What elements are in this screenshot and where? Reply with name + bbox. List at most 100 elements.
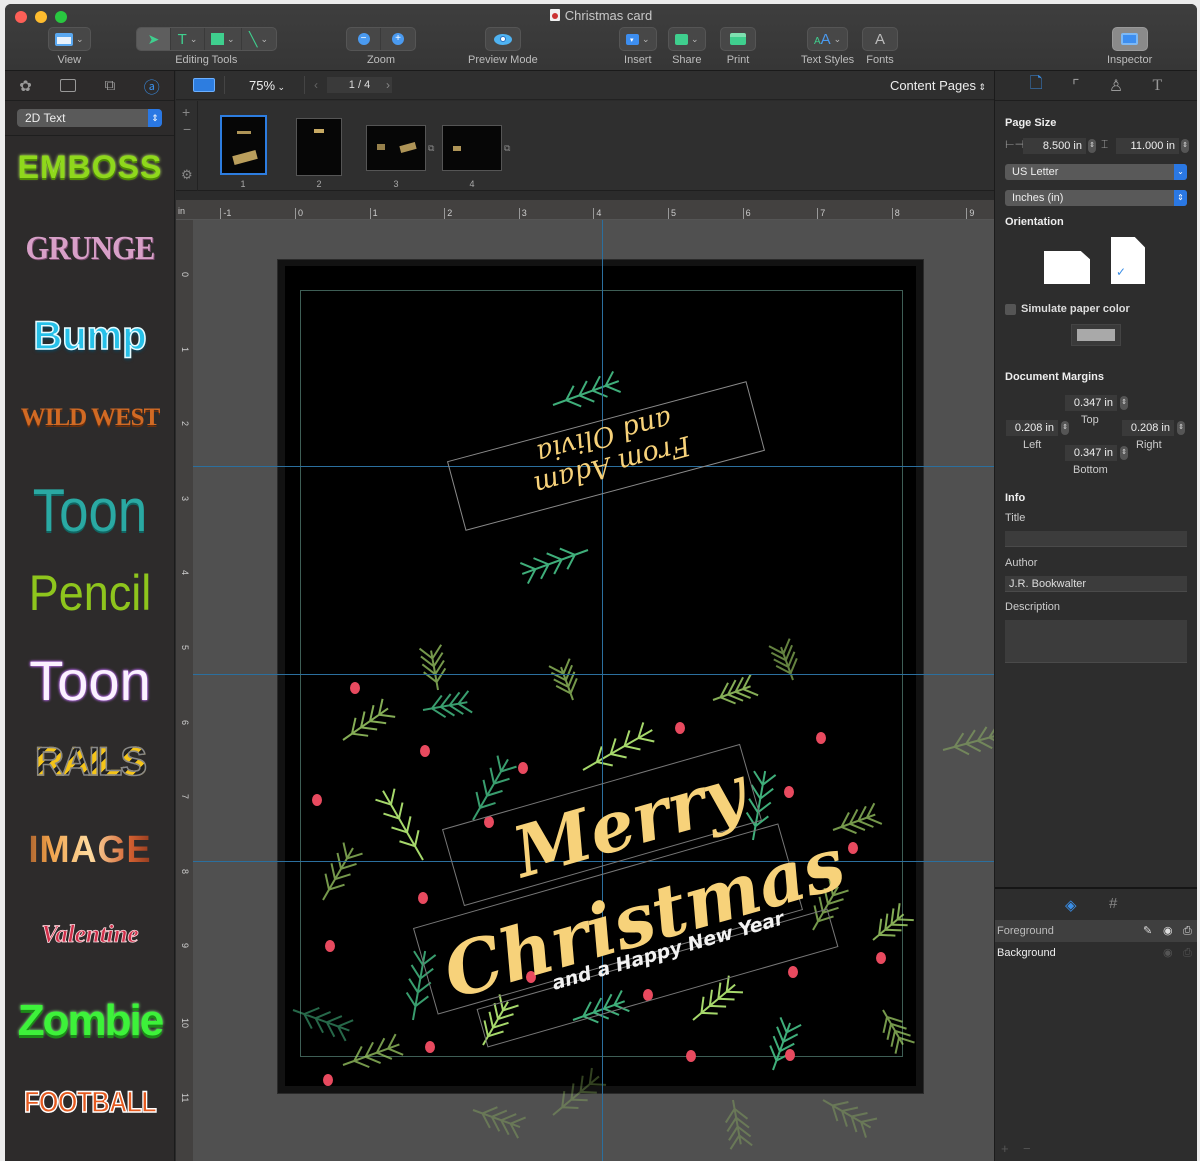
next-page-button[interactable]: ›: [386, 78, 390, 92]
page-thumbnail-4[interactable]: [442, 125, 502, 171]
pencil-icon[interactable]: ✎: [1143, 920, 1152, 942]
page-width-stepper[interactable]: ⇕: [1088, 139, 1096, 153]
style-toon-purple[interactable]: Toon: [5, 648, 175, 713]
inspector-button[interactable]: [1113, 28, 1147, 50]
page-thumbnail-1[interactable]: [220, 115, 267, 175]
margin-top-field[interactable]: 0.347 in: [1065, 395, 1117, 411]
text-styles-button[interactable]: AA ⌄: [808, 28, 847, 50]
document-settings-icon[interactable]: 🗋: [1030, 72, 1043, 99]
text-inspector-icon[interactable]: T: [1153, 77, 1163, 95]
eye-icon[interactable]: ◉: [1163, 920, 1173, 942]
page-thumbnail-3[interactable]: [366, 125, 426, 171]
remove-page-button[interactable]: −: [183, 121, 191, 137]
layer-background[interactable]: Background ◉ ⎙: [995, 942, 1197, 964]
style-bump[interactable]: Bump: [5, 313, 175, 359]
pine-sprig: [832, 802, 883, 835]
flower-shapes-icon[interactable]: ✿: [19, 77, 32, 95]
margin-bottom-field[interactable]: 0.347 in: [1065, 445, 1117, 461]
guide-vertical[interactable]: [602, 220, 603, 1161]
pine-sprig: [292, 1006, 354, 1042]
fonts-button[interactable]: A: [863, 28, 897, 50]
zoom-level-select[interactable]: 75% ⌄: [249, 78, 285, 93]
style-pencil[interactable]: Pencil: [14, 564, 167, 622]
select-tool-button[interactable]: ➤: [137, 28, 171, 50]
margin-left-field[interactable]: 0.208 in: [1006, 420, 1058, 436]
berry: [425, 1041, 435, 1053]
guide-horizontal[interactable]: [193, 674, 994, 675]
grid-tab-icon[interactable]: #: [1109, 895, 1117, 912]
style-zombie[interactable]: Zombie: [5, 996, 175, 1046]
landscape-orientation-button[interactable]: [1044, 251, 1090, 284]
margin-right-field[interactable]: 0.208 in: [1122, 420, 1174, 436]
simulate-paper-checkbox[interactable]: [1005, 304, 1016, 315]
preview-mode-button[interactable]: [486, 28, 520, 50]
pine-sprig: [418, 644, 447, 691]
style-valentine[interactable]: Valentine: [5, 921, 175, 949]
portrait-orientation-button[interactable]: ✓: [1111, 237, 1145, 284]
toolbar: Christmas card ⌄ View ➤ T ⌄ ⌄ ╲ ⌄ Editing …: [5, 4, 1197, 71]
zoom-in-button[interactable]: +: [381, 28, 415, 50]
horizontal-ruler: in -1 0 1 2 3 4 5 6 7 8 9: [176, 200, 994, 220]
style-grunge[interactable]: GRUNGE: [14, 230, 167, 268]
ruler-tick-label: 6: [180, 719, 190, 725]
berry: [784, 786, 794, 798]
paper-color-well[interactable]: [1071, 324, 1121, 346]
add-page-button[interactable]: +: [182, 104, 190, 120]
style-football[interactable]: FOOTBALL: [18, 1085, 163, 1120]
berry: [325, 940, 335, 952]
style-brush-icon[interactable]: ♙: [1109, 76, 1123, 96]
units-select[interactable]: Inches (in) ⇕: [1005, 190, 1187, 206]
zoom-out-button[interactable]: −: [347, 28, 381, 50]
layer-foreground[interactable]: Foreground ✎ ◉ ⎙: [995, 920, 1197, 942]
image-library-icon[interactable]: [60, 79, 77, 92]
ruler-tick-label: 1: [180, 346, 190, 352]
margin-top-stepper[interactable]: ⇕: [1120, 396, 1128, 410]
ruler-tick-label: 9: [180, 943, 190, 949]
style-emboss[interactable]: EMBOSS: [5, 149, 175, 186]
margin-right-stepper[interactable]: ⇕: [1177, 421, 1185, 435]
add-layer-button[interactable]: +: [1001, 1141, 1009, 1156]
pine-sprig: [552, 370, 622, 408]
layers-tab-icon[interactable]: ◈: [1065, 896, 1077, 914]
line-tool-button[interactable]: ╲ ⌄: [242, 28, 276, 50]
print-button[interactable]: [721, 28, 755, 50]
view-mode-select[interactable]: Content Pages ⇕: [890, 78, 986, 93]
author-field[interactable]: J.R. Bookwalter: [1005, 576, 1187, 592]
page-height-field[interactable]: 11.000 in: [1116, 138, 1179, 154]
style-image[interactable]: IMAGE: [9, 829, 171, 872]
share-button[interactable]: ⌄: [669, 28, 705, 50]
style-category-select[interactable]: 2D Text ⇕: [17, 109, 162, 127]
facing-pages-icon[interactable]: [193, 78, 215, 92]
page-height-stepper[interactable]: ⇕: [1181, 139, 1189, 153]
description-field[interactable]: [1005, 620, 1187, 663]
layer-name: Foreground: [997, 925, 1054, 937]
paper-size-select[interactable]: US Letter ⌄: [1005, 164, 1187, 180]
printer-icon[interactable]: ⎙: [1183, 942, 1192, 964]
clipart-library-icon[interactable]: ⧉: [105, 77, 116, 94]
margin-left-stepper[interactable]: ⇕: [1061, 421, 1069, 435]
page-indicator[interactable]: 1 / 4: [327, 77, 392, 93]
margin-bottom-stepper[interactable]: ⇕: [1120, 446, 1128, 460]
eye-icon[interactable]: ◉: [1163, 942, 1173, 964]
style-rails[interactable]: RAILS: [5, 739, 175, 785]
text-tool-button[interactable]: T ⌄: [171, 28, 205, 50]
style-wild-west[interactable]: WILD WEST: [5, 404, 175, 432]
insert-button[interactable]: ▾ ⌄: [620, 28, 656, 50]
ruler-tick-label: 5: [180, 645, 190, 651]
layout-icon[interactable]: ⌜: [1072, 76, 1080, 96]
berry: [518, 762, 528, 774]
previous-page-button[interactable]: ‹: [314, 78, 318, 92]
shape-tool-button[interactable]: ⌄: [205, 28, 242, 50]
preview-mode-label: Preview Mode: [468, 54, 538, 66]
printer-icon[interactable]: ⎙: [1183, 920, 1192, 942]
page-thumbnail-2[interactable]: [296, 118, 342, 176]
document-canvas[interactable]: From Adam and Olivia Merry Christmas and…: [193, 220, 994, 1161]
text-t-icon: T: [177, 30, 187, 48]
text-styles-library-icon[interactable]: ⓐ: [144, 74, 160, 98]
view-button[interactable]: ⌄: [49, 28, 90, 50]
gear-icon[interactable]: ⚙: [181, 167, 193, 183]
remove-layer-button[interactable]: −: [1023, 1141, 1031, 1156]
style-toon-teal[interactable]: Toon: [15, 476, 165, 545]
page-width-field[interactable]: 8.500 in: [1023, 138, 1086, 154]
title-field[interactable]: [1005, 531, 1187, 547]
